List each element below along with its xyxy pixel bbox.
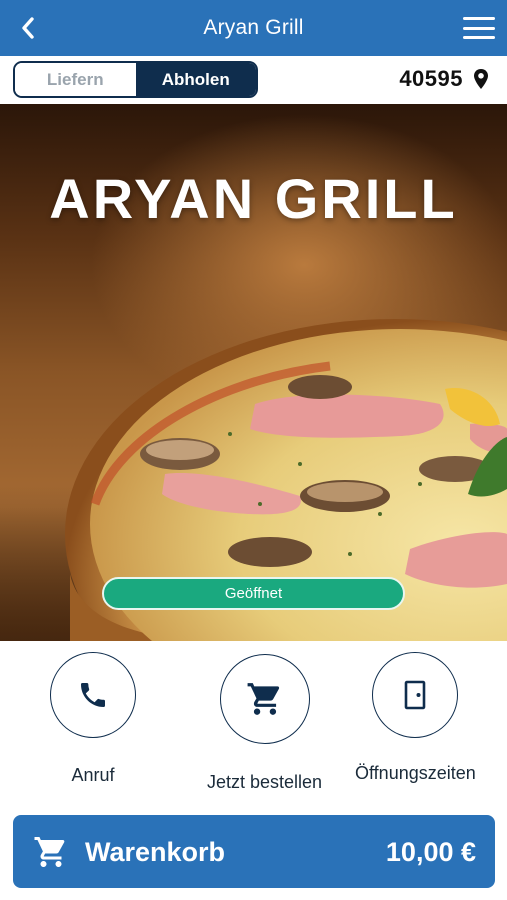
menu-button[interactable] [461,13,497,43]
call-button[interactable]: Anruf [50,652,136,786]
cart-total: 10,00 € [385,837,476,867]
call-circle [50,652,136,738]
hero-banner: ARYAN GRILL Geöffnet [0,104,507,641]
back-button[interactable] [14,14,42,42]
opening-hours-label: Öffnungszeiten [355,763,476,783]
order-now-label: Jetzt bestellen [207,772,323,792]
restaurant-name-heading: ARYAN GRILL [49,167,458,230]
cart-icon [247,683,279,715]
cart-icon [34,837,65,867]
opening-hours-button[interactable]: Öffnungszeiten [355,652,476,784]
order-now-button[interactable]: Jetzt bestellen [207,654,322,793]
location-selector[interactable]: 40595 [399,66,489,92]
hours-circle [372,652,459,738]
page-title: Aryan Grill [203,16,304,39]
mode-bar: Liefern Abholen 40595 [0,56,507,104]
door-icon [405,680,426,710]
delivery-mode-toggle: Liefern Abholen [13,61,258,98]
order-circle [219,654,310,744]
call-label: Anruf [71,765,115,785]
top-app-bar: Aryan Grill [0,0,507,56]
map-pin-icon [474,69,488,89]
delivery-option[interactable]: Liefern [15,63,136,96]
chevron-left-icon [22,17,34,39]
zip-code: 40595 [399,66,463,91]
pickup-option[interactable]: Abholen [135,63,256,96]
open-status-badge: Geöffnet [102,577,405,610]
cart-button[interactable]: Warenkorb 10,00 € [13,815,495,888]
hamburger-menu-icon [463,17,495,20]
cart-label: Warenkorb [85,837,226,867]
phone-icon [81,683,105,707]
action-row: Anruf Jetzt bestellen Öffnungszeiten [0,641,507,811]
